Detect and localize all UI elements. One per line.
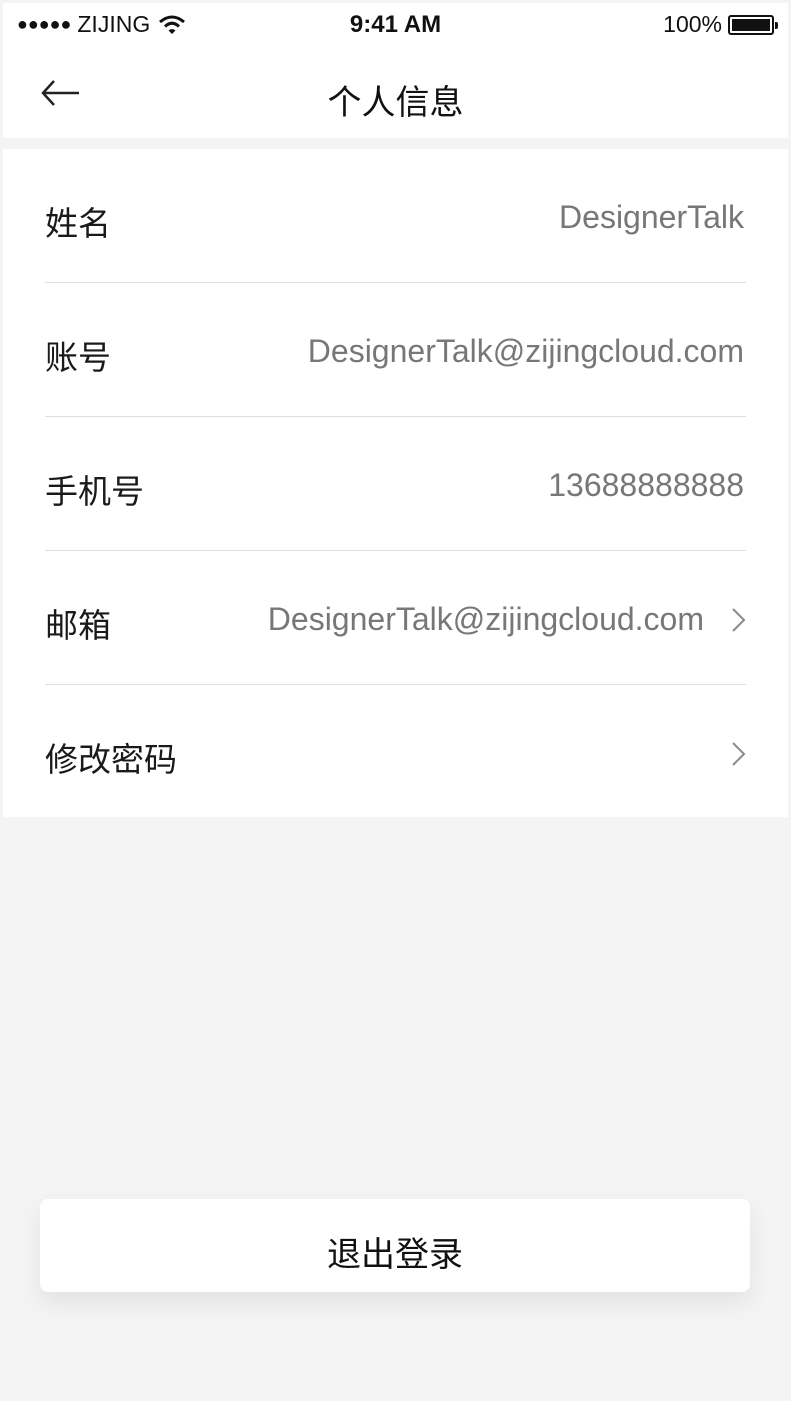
row-account: 账号 DesignerTalk@zijingcloud.com — [3, 283, 788, 417]
row-change-password[interactable]: 修改密码 — [3, 685, 788, 819]
phone-screen: ●●●●● ZIJING 9:41 AM 100% 个人信息 姓名 Design… — [3, 3, 788, 1398]
row-label: 账号 — [45, 339, 111, 376]
nav-bar: 个人信息 — [3, 48, 788, 138]
chevron-right-icon — [732, 608, 746, 632]
status-right: 100% — [663, 11, 778, 38]
row-value: DesignerTalk — [559, 199, 744, 235]
row-label: 手机号 — [45, 473, 144, 510]
battery-icon — [728, 14, 778, 35]
row-label: 姓名 — [45, 205, 111, 242]
logout-button[interactable]: 退出登录 — [40, 1199, 750, 1292]
row-value: 13688888888 — [548, 467, 744, 503]
logout-label: 退出登录 — [327, 1236, 463, 1274]
row-value: DesignerTalk@zijingcloud.com — [307, 333, 744, 369]
row-label: 邮箱 — [45, 607, 111, 644]
chevron-right-icon — [732, 742, 746, 766]
row-email[interactable]: 邮箱 DesignerTalk@zijingcloud.com — [3, 551, 788, 685]
row-label: 修改密码 — [45, 741, 177, 778]
info-list: 姓名 DesignerTalk 账号 DesignerTalk@zijingcl… — [3, 149, 788, 817]
row-phone: 手机号 13688888888 — [3, 417, 788, 551]
row-name: 姓名 DesignerTalk — [3, 149, 788, 283]
page-title: 个人信息 — [327, 84, 464, 122]
row-value: DesignerTalk@zijingcloud.com — [267, 601, 704, 637]
battery-percent: 100% — [663, 11, 722, 37]
status-bar: ●●●●● ZIJING 9:41 AM 100% — [3, 3, 788, 48]
